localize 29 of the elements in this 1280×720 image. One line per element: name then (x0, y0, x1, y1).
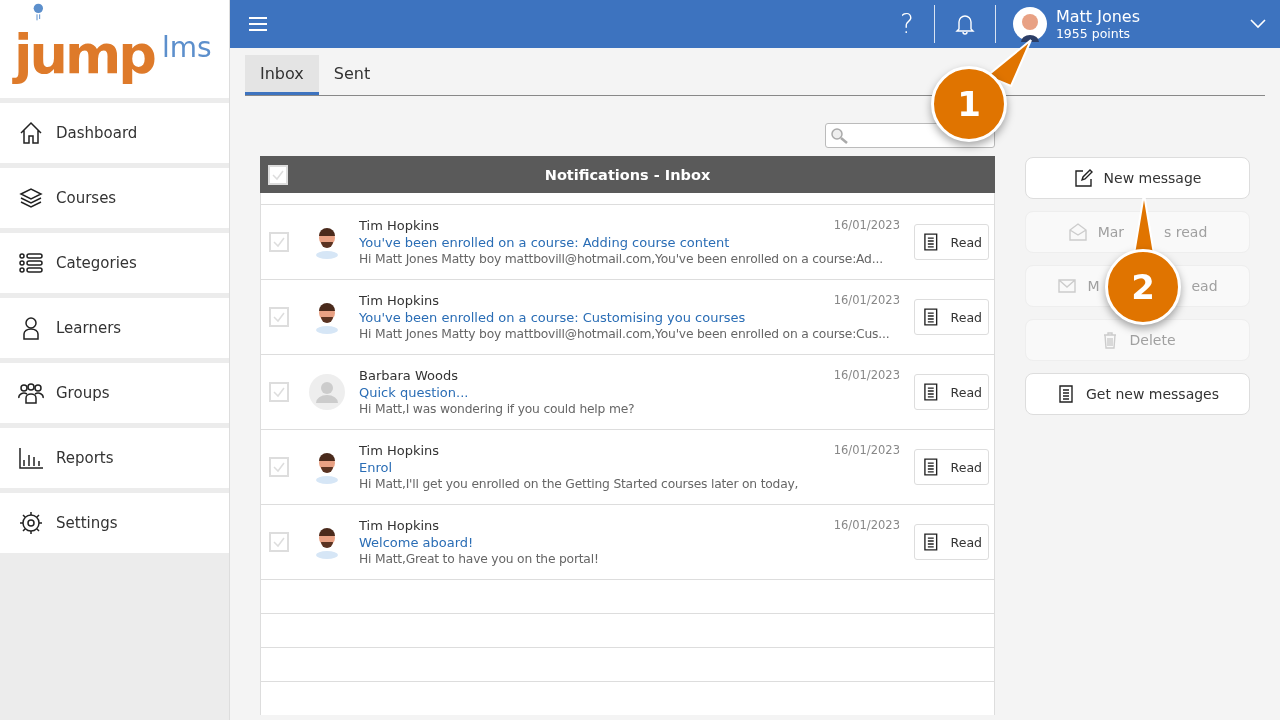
message-preview: Hi Matt Jones Matty boy mattbovill@hotmail.com,You've been enrolled on a course:Cus... (359, 327, 891, 341)
message-date: 16/01/2023 (833, 293, 900, 308)
message-preview: Hi Matt,I was wondering if you could help me? (359, 402, 636, 416)
logo-text: jump (14, 24, 156, 84)
step-callout-tooltip: 2 (1105, 249, 1181, 325)
sidebar-label: Settings (56, 514, 118, 532)
sidebar-label: Learners (56, 319, 122, 337)
sender-name: Tim Hopkins (359, 443, 440, 458)
message-date: 16/01/2023 (833, 518, 900, 533)
message-preview: Hi Matt,I'll get you enrolled on the Getting Started courses later on today, (359, 477, 800, 491)
logo-suffix: lms (161, 34, 212, 62)
sender-name: Tim Hopkins (359, 518, 440, 533)
sidebar-label: Groups (56, 384, 110, 402)
user-points: 1955 points (1055, 26, 1132, 41)
user-name: Matt Jones (1055, 7, 1140, 26)
sender-name: Tim Hopkins (359, 293, 440, 308)
message-date: 16/01/2023 (833, 443, 900, 458)
sidebar-label: Dashboard (56, 124, 138, 142)
sidebar-label: Courses (56, 189, 117, 207)
sidebar-label: Reports (56, 449, 114, 467)
table-title: Notifications - Inbox (543, 166, 712, 183)
step-callout-tooltip: 1 (931, 66, 1007, 142)
message-date: 16/01/2023 (833, 218, 900, 233)
message-date: 16/01/2023 (833, 368, 900, 383)
message-preview: Hi Matt Jones Matty boy mattbovill@hotmail.com,You've been enrolled on a course:Ad... (359, 252, 884, 266)
message-preview: Hi Matt,Great to have you on the portal! (359, 552, 600, 566)
sender-name: Barbara Woods (359, 368, 458, 383)
sender-name: Tim Hopkins (359, 218, 440, 233)
sidebar-label: Categories (56, 254, 137, 272)
